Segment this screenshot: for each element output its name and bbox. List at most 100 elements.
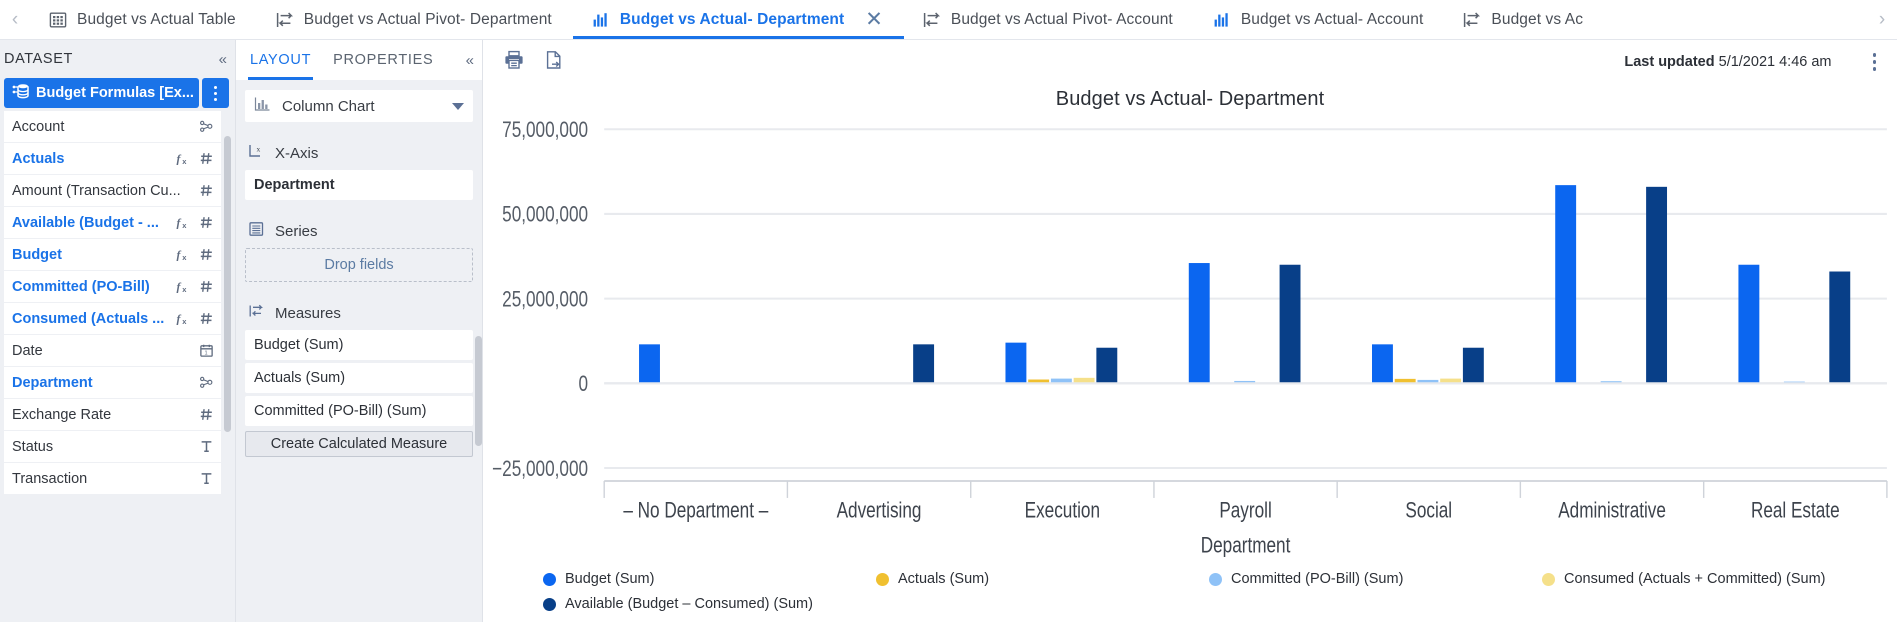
pivot-icon	[276, 11, 293, 27]
dataset-options-button[interactable]	[202, 78, 229, 108]
legend-item[interactable]: Committed (PO-Bill) (Sum)	[1209, 571, 1542, 587]
field-label: Actuals	[12, 150, 65, 167]
dataset-field-actuals[interactable]: Actuals f x	[4, 143, 221, 174]
pivot-icon	[1464, 11, 1481, 27]
legend-color-swatch	[543, 597, 556, 611]
chart-bar[interactable]: Available (Budget – Consumed) (Sum) – Ex…	[1096, 347, 1118, 384]
tab-budget-vs-actual-pivot-account[interactable]: Budget vs Actual Pivot- Account	[904, 0, 1194, 39]
field-icons: fx	[176, 311, 214, 326]
chart-bar[interactable]: Budget (Sum) – Execution: 12000000	[1005, 342, 1027, 384]
svg-text:x: x	[182, 285, 187, 294]
chevron-down-icon	[452, 102, 464, 110]
tab-budget-vs-actual-pivot-department[interactable]: Budget vs Actual Pivot- Department	[257, 0, 573, 39]
legend-item[interactable]: Consumed (Actuals + Committed) (Sum)	[1542, 571, 1875, 587]
y-axis-tick-label: 25,000,000	[502, 287, 588, 312]
x-axis-title: Department	[1201, 534, 1291, 559]
chart-bar[interactable]: Budget (Sum) – Social: 11500000	[1372, 344, 1393, 384]
dataset-scrollbar[interactable]	[224, 136, 231, 432]
chart-bar[interactable]: Budget (Sum) – Payroll: 35500000	[1188, 263, 1210, 384]
tab-label: Budget vs Actual Pivot- Account	[950, 10, 1173, 28]
layout-panel-scrollbar[interactable]	[475, 336, 482, 446]
chart-bar[interactable]: Available (Budget – Consumed) (Sum) – Ad…	[913, 344, 935, 384]
dataset-source-selector[interactable]: Budget Formulas [Ex...	[4, 78, 200, 108]
tab-budget-vs-ac[interactable]: Budget vs Ac	[1444, 0, 1604, 39]
chart-svg: 75,000,000 50,000,000 25,000,000 0 −25,000,0…	[492, 118, 1888, 559]
tab-budget-vs-actual-department[interactable]: Budget vs Actual- Department ✕	[572, 0, 904, 39]
svg-text:f: f	[176, 313, 181, 326]
chart-type-selector[interactable]: Column Chart	[245, 90, 473, 122]
text-type-icon	[201, 473, 212, 484]
x-axis-tick-label: Execution	[1025, 498, 1100, 523]
dataset-field-transaction[interactable]: Transaction	[4, 463, 221, 494]
dataset-field-available-budget[interactable]: Available (Budget - ... f x	[4, 207, 221, 238]
legend-label: Available (Budget – Consumed) (Sum)	[565, 596, 813, 612]
chart-bar[interactable]: Available (Budget – Consumed) (Sum) – Ad…	[1646, 186, 1668, 384]
close-tab-icon[interactable]: ✕	[865, 9, 883, 30]
application-root: ‹ Budget vs Actual Table Budget vs Actual…	[0, 0, 1897, 622]
measure-slot[interactable]: Committed (PO-Bill) (Sum)	[245, 396, 473, 426]
field-label: Date	[12, 342, 43, 359]
chart-bar[interactable]: Available (Budget – Consumed) (Sum) – Pa…	[1279, 264, 1301, 384]
layout-panel-tab-properties[interactable]: PROPERTIES	[333, 40, 433, 80]
x-axis-field[interactable]: Department	[245, 170, 473, 200]
formula-icon: fx	[176, 249, 187, 262]
dataset-field-committed-po-bill[interactable]: Committed (PO-Bill) f x	[4, 271, 221, 302]
field-icons: fx	[176, 215, 214, 230]
chart-options-button[interactable]	[1868, 49, 1882, 75]
y-axis-tick-label: 0	[578, 372, 588, 397]
chart-bar[interactable]: Budget (Sum) – Administrative: 58500000	[1555, 185, 1577, 384]
chart-title: Budget vs Actual- Department	[1055, 88, 1325, 110]
tab-budget-vs-actual-account[interactable]: Budget vs Actual- Account	[1194, 0, 1445, 39]
dataset-field-list: Account Actuals f x Amount (Transaction Cu..…	[0, 108, 235, 622]
series-drop-zone[interactable]: Drop fields	[245, 248, 473, 282]
collapse-dataset-panel-button[interactable]: «	[219, 51, 227, 68]
dataset-field-department[interactable]: Department	[4, 367, 221, 398]
layout-panel-tab-layout[interactable]: LAYOUT	[247, 40, 314, 80]
table-icon	[49, 12, 67, 28]
layout-panel-tabs: LAYOUT PROPERTIES «	[236, 40, 482, 80]
kebab-dot	[214, 97, 218, 101]
measure-slot[interactable]: Budget (Sum)	[245, 330, 473, 360]
legend-item[interactable]: Budget (Sum)	[543, 571, 876, 587]
tab-label: Budget vs Actual Pivot- Department	[303, 10, 552, 28]
print-icon[interactable]	[503, 49, 525, 76]
measure-slot[interactable]: Actuals (Sum)	[245, 363, 473, 393]
kebab-dot	[214, 91, 218, 95]
dataset-field-exchange-rate[interactable]: Exchange Rate	[4, 399, 221, 430]
chart-bar[interactable]: Available (Budget – Consumed) (Sum) – Re…	[1829, 271, 1851, 384]
text-type-icon	[201, 441, 212, 452]
dataset-field-date[interactable]: Date 1	[4, 335, 221, 366]
field-label: Consumed (Actuals ...	[12, 310, 165, 327]
field-icons	[199, 183, 214, 198]
chart-bar[interactable]: Budget (Sum) – Real Estate: 35000000	[1738, 264, 1760, 384]
bar-chart-icon	[593, 12, 607, 27]
tab-bar: ‹ Budget vs Actual Table Budget vs Actual…	[0, 0, 1897, 40]
legend-item[interactable]: Actuals (Sum)	[876, 571, 1209, 587]
legend-label: Committed (PO-Bill) (Sum)	[1231, 571, 1404, 587]
dataset-field-consumed-actuals[interactable]: Consumed (Actuals ... f x	[4, 303, 221, 334]
tab-scroll-left-button[interactable]: ‹	[0, 0, 30, 39]
field-label: Available (Budget - ...	[12, 214, 159, 231]
x-axis-tick-label: Advertising	[837, 498, 922, 523]
dataset-field-status[interactable]: Status	[4, 431, 221, 462]
y-axis-tick-label: 75,000,000	[502, 118, 588, 143]
create-calculated-measure-button[interactable]: Create Calculated Measure	[245, 431, 473, 457]
tab-scroll-right-button[interactable]: ›	[1867, 0, 1897, 39]
x-axis-tick-label: – No Department –	[623, 498, 768, 523]
hierarchy-type-icon	[200, 120, 213, 132]
dataset-field-account[interactable]: Account	[4, 111, 221, 142]
chart-bar[interactable]: Budget (Sum) – – No Department –: 115000…	[639, 344, 660, 384]
x-axis-section-header: x X-Axis	[248, 143, 473, 163]
svg-text:1: 1	[204, 351, 207, 357]
dataset-field-budget[interactable]: Budget f x	[4, 239, 221, 270]
field-icons	[199, 119, 214, 134]
export-icon[interactable]	[543, 49, 565, 76]
legend-item[interactable]: Available (Budget – Consumed) (Sum)	[543, 596, 876, 612]
tab-budget-vs-actual-table[interactable]: Budget vs Actual Table	[30, 0, 257, 39]
chart-bar[interactable]: Available (Budget – Consumed) (Sum) – So…	[1462, 347, 1484, 384]
dataset-field-amount-transaction-cu[interactable]: Amount (Transaction Cu...	[4, 175, 221, 206]
collapse-layout-panel-button[interactable]: «	[466, 52, 474, 69]
dataset-panel: DATASET « Budget Formulas [Ex... Account…	[0, 40, 236, 622]
field-label: Status	[12, 438, 54, 455]
svg-text:x: x	[257, 145, 261, 154]
